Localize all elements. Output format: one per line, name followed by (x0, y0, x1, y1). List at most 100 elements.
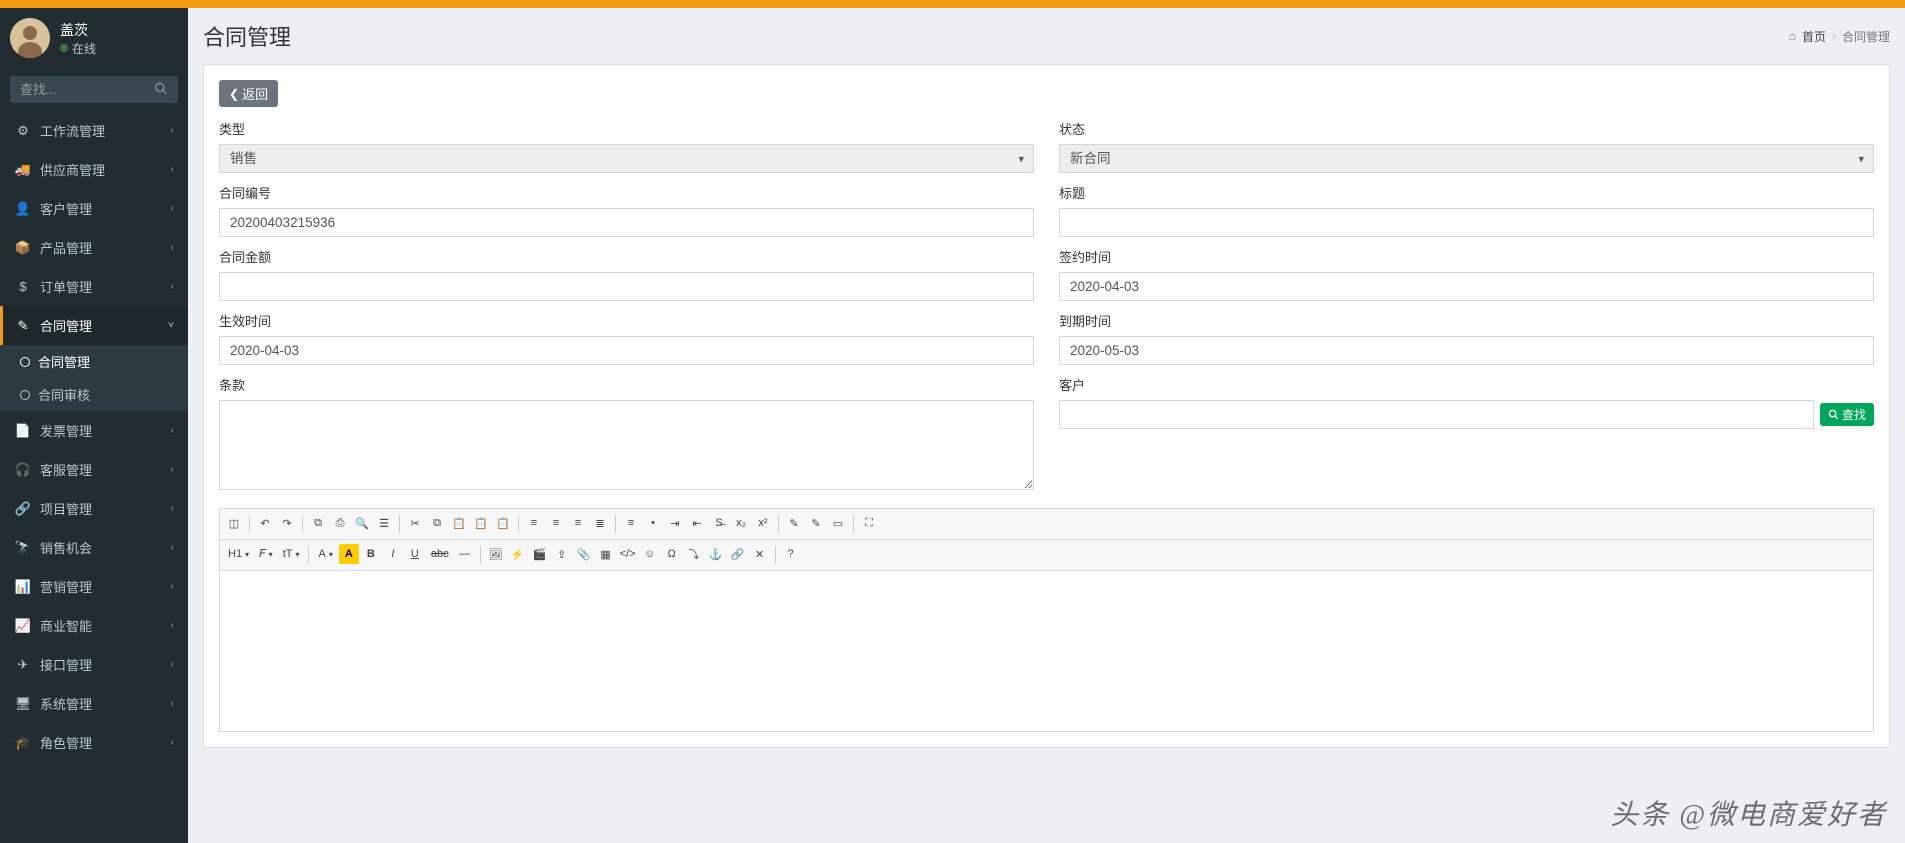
tb-j-full-icon[interactable]: ≣ (590, 513, 610, 533)
sidebar-item-8[interactable]: 🔗项目管理‹ (0, 489, 188, 528)
tb-table-icon[interactable]: ▦ (596, 544, 616, 564)
sidebar-item-11[interactable]: 📈商业智能‹ (0, 606, 188, 645)
menu-label: 系统管理 (40, 694, 92, 713)
type-select[interactable]: 销售 (219, 144, 1034, 173)
tb-preview-icon[interactable]: 🔍 (352, 513, 372, 533)
tb-strike2-icon[interactable]: S̶ (709, 513, 729, 533)
customer-find-button[interactable]: 查找 (1820, 403, 1874, 426)
tb-paste-icon[interactable]: 📋 (449, 513, 469, 533)
tb-emoji-icon[interactable]: ☺ (640, 544, 660, 564)
menu-icon: ✎ (14, 318, 32, 334)
tb-color2-icon[interactable]: ✎ (806, 513, 826, 533)
sidebar-item-10[interactable]: 📊营销管理‹ (0, 567, 188, 606)
sidebar-item-4[interactable]: $订单管理‹ (0, 267, 188, 306)
sidebar-item-13[interactable]: 🖥系统管理‹ (0, 684, 188, 723)
back-button[interactable]: ❮ 返回 (219, 80, 278, 107)
tb-help-icon[interactable]: ? (781, 544, 801, 564)
circle-icon (20, 357, 30, 367)
menu-icon: 👤 (14, 201, 32, 217)
tb-paste-word-icon[interactable]: 📋 (493, 513, 513, 533)
tb-j-center-icon[interactable]: ≡ (546, 513, 566, 533)
tb-hr-icon[interactable]: — (455, 544, 475, 564)
status-select[interactable]: 新合同 (1059, 144, 1874, 173)
tb-pagebreak-icon[interactable]: ⤵ (684, 544, 704, 564)
menu-icon: 🚚 (14, 162, 32, 178)
tb-upload-icon[interactable]: ⇪ (552, 544, 572, 564)
amount-input[interactable] (219, 272, 1034, 301)
tb-paste-txt-icon[interactable]: 📋 (471, 513, 491, 533)
tb-font-icon[interactable]: 𝐹▾ (255, 544, 277, 564)
sidebar-item-12[interactable]: ✈接口管理‹ (0, 645, 188, 684)
tb-flash-icon[interactable]: ⚡ (508, 544, 528, 564)
tb-ul-icon[interactable]: • (643, 513, 663, 533)
customer-input[interactable] (1059, 400, 1814, 429)
status-dot-icon (60, 44, 68, 52)
sidebar-item-5[interactable]: ✎合同管理˅ (0, 306, 188, 345)
sidebar-item-3[interactable]: 📦产品管理‹ (0, 228, 188, 267)
tb-specialchar-icon[interactable]: Ω (662, 544, 682, 564)
tb-src-icon[interactable]: ◫ (224, 513, 244, 533)
effect-date-input[interactable] (219, 336, 1034, 365)
expire-date-input[interactable] (1059, 336, 1874, 365)
tb-sub-icon[interactable]: x₂ (731, 513, 751, 533)
tb-strike-icon[interactable]: abc (427, 544, 453, 564)
tb-cut-icon[interactable]: ✂ (405, 513, 425, 533)
tb-img-icon[interactable]: 🖼 (486, 544, 506, 564)
tb-hl-icon[interactable]: ✎ (784, 513, 804, 533)
code-input[interactable] (219, 208, 1034, 237)
sidebar-subitem-5-0[interactable]: 合同管理 (0, 345, 188, 378)
sidebar-item-6[interactable]: 📄发票管理‹ (0, 411, 188, 450)
breadcrumb-home[interactable]: 首页 (1802, 28, 1826, 45)
customer-label: 客户 (1059, 375, 1874, 394)
sidebar-item-0[interactable]: ⚙工作流管理‹ (0, 111, 188, 150)
tb-anchor-icon[interactable]: ⚓ (706, 544, 726, 564)
tb-attach-icon[interactable]: 📎 (574, 544, 594, 564)
tb-code-icon[interactable]: </> (618, 544, 638, 564)
tb-outdent-icon[interactable]: ⇤ (687, 513, 707, 533)
sidebar-item-2[interactable]: 👤客户管理‹ (0, 189, 188, 228)
avatar[interactable] (10, 18, 50, 58)
chevron-left-icon: ‹ (171, 542, 174, 553)
tb-j-left-icon[interactable]: ≡ (524, 513, 544, 533)
tb-ol-icon[interactable]: ≡ (621, 513, 641, 533)
tb-media-icon[interactable]: 🎬 (530, 544, 550, 564)
terms-textarea[interactable] (219, 400, 1034, 490)
toolbar-separator (480, 546, 481, 564)
tb-copy-icon[interactable]: ⧉ (427, 513, 447, 533)
tb-H1-icon[interactable]: H1▾ (224, 544, 253, 564)
chevron-down-icon: ˅ (168, 320, 174, 331)
tb-cut2-icon[interactable]: ⧉ (308, 513, 328, 533)
tb-bold-icon[interactable]: B (361, 544, 381, 564)
tb-size-icon[interactable]: tT▾ (279, 544, 304, 564)
sidebar-item-1[interactable]: 🚚供应商管理‹ (0, 150, 188, 189)
tb-j-right-icon[interactable]: ≡ (568, 513, 588, 533)
tb-undo-icon[interactable]: ↶ (255, 513, 275, 533)
tb-print-icon[interactable]: ⎙ (330, 513, 350, 533)
menu-icon: 🔗 (14, 501, 32, 517)
sign-date-input[interactable] (1059, 272, 1874, 301)
sidebar-item-14[interactable]: 🎓角色管理‹ (0, 723, 188, 762)
tb-underline-icon[interactable]: U (405, 544, 425, 564)
content: 合同管理 ⌂ 首页 › 合同管理 ❮ 返回 类型 (188, 8, 1905, 843)
editor-content[interactable] (220, 571, 1873, 731)
sidebar-subitem-5-1[interactable]: 合同审核 (0, 378, 188, 411)
sidebar-item-7[interactable]: 🎧客服管理‹ (0, 450, 188, 489)
chevron-left-icon: ‹ (171, 125, 174, 136)
tb-indent-icon[interactable]: ⇥ (665, 513, 685, 533)
chevron-left-icon: ‹ (171, 281, 174, 292)
tb-link-icon[interactable]: 🔗 (728, 544, 748, 564)
tb-bgA-icon[interactable]: A (339, 544, 359, 564)
subject-input[interactable] (1059, 208, 1874, 237)
tb-fgA-icon[interactable]: A▾ (314, 544, 336, 564)
tb-redo-icon[interactable]: ↷ (277, 513, 297, 533)
tb-unlink-icon[interactable]: ✕ (750, 544, 770, 564)
user-status: 在线 (60, 40, 96, 57)
search-input[interactable] (10, 76, 178, 103)
tb-select-all-icon[interactable]: ▭ (828, 513, 848, 533)
search-icon[interactable] (154, 81, 168, 98)
tb-tmpl-icon[interactable]: ☰ (374, 513, 394, 533)
sidebar-item-9[interactable]: 🔭销售机会‹ (0, 528, 188, 567)
tb-sup-icon[interactable]: x² (753, 513, 773, 533)
tb-fullscreen-icon[interactable]: ⛶ (859, 513, 879, 533)
tb-italic-icon[interactable]: I (383, 544, 403, 564)
